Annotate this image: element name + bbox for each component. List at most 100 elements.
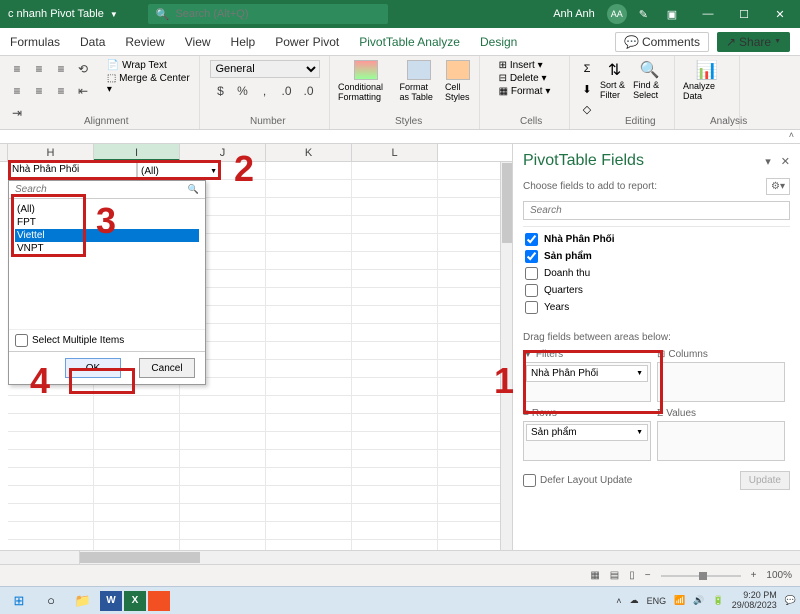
number-format-select[interactable]: General	[210, 60, 320, 78]
insert-button[interactable]: ⊞ Insert ▾	[499, 60, 551, 71]
minimize-icon[interactable]: —	[696, 8, 720, 20]
select-multiple-checkbox[interactable]: Select Multiple Items	[9, 329, 205, 351]
wifi-icon[interactable]: 📶	[674, 595, 685, 606]
find-select-button[interactable]: 🔍Find & Select	[633, 60, 666, 118]
notifications-icon[interactable]: 💬	[785, 595, 796, 606]
view-normal-icon[interactable]: ▦	[590, 570, 599, 581]
view-break-icon[interactable]: ▯	[629, 570, 635, 581]
col-header[interactable]: H	[8, 144, 94, 161]
analyze-data-button[interactable]: 📊Analyze Data	[683, 60, 731, 101]
tab-help[interactable]: Help	[231, 35, 256, 49]
comments-button[interactable]: 💬Comments	[615, 32, 709, 52]
indent-inc-icon[interactable]: ⇥	[8, 104, 26, 122]
taskbar-search-icon[interactable]: ○	[36, 589, 66, 613]
start-icon[interactable]: ⊞	[4, 589, 34, 613]
field-item[interactable]: Nhà Phân Phối	[523, 231, 790, 248]
tab-review[interactable]: Review	[125, 35, 164, 49]
align-center-icon[interactable]: ≡	[30, 82, 48, 100]
volume-icon[interactable]: 🔊	[693, 595, 704, 606]
align-top-icon[interactable]: ≡	[8, 60, 26, 78]
clear-icon[interactable]: ◇	[578, 100, 596, 118]
percent-icon[interactable]: %	[234, 82, 252, 100]
align-left-icon[interactable]: ≡	[8, 82, 26, 100]
battery-icon[interactable]: 🔋	[713, 595, 724, 606]
wrap-text-button[interactable]: 📄 Wrap Text	[107, 60, 191, 71]
title-dropdown-icon[interactable]: ▼	[110, 10, 118, 19]
format-button[interactable]: ▦ Format ▾	[499, 86, 551, 97]
sort-filter-button[interactable]: ⇅Sort & Filter	[600, 60, 629, 118]
ribbon-display-icon[interactable]: ▣	[660, 8, 684, 21]
horizontal-scrollbar[interactable]	[0, 550, 800, 564]
pane-options-icon[interactable]: ▾	[765, 155, 771, 168]
field-item[interactable]: Doanh thu	[523, 265, 790, 282]
zoom-out-icon[interactable]: −	[645, 570, 651, 581]
tell-me-search[interactable]: 🔍	[148, 4, 388, 24]
excel-icon[interactable]: X	[124, 591, 146, 611]
ok-button[interactable]: OK	[65, 358, 121, 378]
orientation-icon[interactable]: ⟲	[74, 60, 92, 78]
area-item[interactable]: Sản phẩm▼	[526, 424, 648, 441]
tab-powerpivot[interactable]: Power Pivot	[275, 35, 339, 49]
lang-indicator[interactable]: ENG	[647, 596, 667, 606]
tab-formulas[interactable]: Formulas	[10, 35, 60, 49]
maximize-icon[interactable]: ☐	[732, 8, 756, 21]
filter-item[interactable]: VNPT	[15, 242, 199, 255]
format-table-button[interactable]: Format as Table	[399, 60, 438, 102]
col-header[interactable]: K	[266, 144, 352, 161]
avatar[interactable]: AA	[607, 4, 627, 24]
zoom-level[interactable]: 100%	[766, 570, 792, 581]
merge-center-button[interactable]: ⬚ Merge & Center ▾	[107, 73, 191, 95]
autosum-icon[interactable]: Σ	[578, 60, 596, 78]
col-header[interactable]: J	[180, 144, 266, 161]
field-item[interactable]: Sản phẩm	[523, 248, 790, 265]
worksheet[interactable]: H I J K L Nhà Phân Phối (All) ▼ (All) FP…	[0, 144, 512, 550]
word-icon[interactable]: W	[100, 591, 122, 611]
filter-item[interactable]: (All)	[15, 203, 199, 216]
col-header[interactable]: I	[94, 144, 180, 161]
align-right-icon[interactable]: ≡	[52, 82, 70, 100]
filter-item[interactable]: Viettel	[15, 229, 199, 242]
col-header[interactable]: L	[352, 144, 438, 161]
area-filters[interactable]: ▼Filters Nhà Phân Phối▼	[523, 349, 651, 402]
defer-checkbox[interactable]	[523, 474, 536, 487]
view-layout-icon[interactable]: ▤	[610, 570, 619, 581]
explorer-icon[interactable]: 📁	[68, 589, 98, 613]
onedrive-icon[interactable]: ☁	[630, 595, 639, 606]
app-icon[interactable]	[148, 591, 170, 611]
zoom-in-icon[interactable]: +	[751, 570, 757, 581]
fields-search-input[interactable]	[523, 201, 790, 220]
dec-decimal-icon[interactable]: .0	[300, 82, 318, 100]
area-rows[interactable]: ≡Rows Sản phẩm▼	[523, 408, 651, 461]
tab-view[interactable]: View	[185, 35, 211, 49]
tab-data[interactable]: Data	[80, 35, 105, 49]
currency-icon[interactable]: $	[212, 82, 230, 100]
user-name[interactable]: Anh Anh	[553, 8, 595, 20]
clock[interactable]: 9:20 PM 29/08/2023	[732, 591, 777, 611]
cell-styles-button[interactable]: Cell Styles	[445, 60, 471, 102]
update-button[interactable]: Update	[740, 471, 790, 490]
vertical-scrollbar[interactable]	[500, 162, 512, 550]
area-item[interactable]: Nhà Phân Phối▼	[526, 365, 648, 382]
close-pane-icon[interactable]: ✕	[781, 155, 790, 168]
field-item[interactable]: Years	[523, 299, 790, 316]
ribbon-collapse[interactable]: ˄	[0, 130, 800, 144]
pen-icon[interactable]: ✎	[639, 8, 648, 21]
cond-format-button[interactable]: Conditional Formatting	[338, 60, 393, 102]
fill-icon[interactable]: ⬇	[578, 80, 596, 98]
area-values[interactable]: ΣValues	[657, 408, 785, 461]
area-columns[interactable]: ⊞Columns	[657, 349, 785, 402]
comma-icon[interactable]: ,	[256, 82, 274, 100]
inc-decimal-icon[interactable]: .0	[278, 82, 296, 100]
close-icon[interactable]: ✕	[768, 8, 792, 21]
share-button[interactable]: ↗Share▼	[717, 32, 790, 52]
align-bot-icon[interactable]: ≡	[52, 60, 70, 78]
filter-item[interactable]: FPT	[15, 216, 199, 229]
gear-icon[interactable]: ⚙▾	[766, 178, 790, 195]
filter-dropdown[interactable]: (All) ▼	[137, 162, 221, 180]
field-item[interactable]: Quarters	[523, 282, 790, 299]
filter-search-input[interactable]	[9, 181, 205, 199]
search-input[interactable]	[175, 8, 379, 20]
tab-design[interactable]: Design	[480, 35, 517, 49]
cancel-button[interactable]: Cancel	[139, 358, 195, 378]
tray-chevron-icon[interactable]: ˄	[616, 596, 621, 606]
